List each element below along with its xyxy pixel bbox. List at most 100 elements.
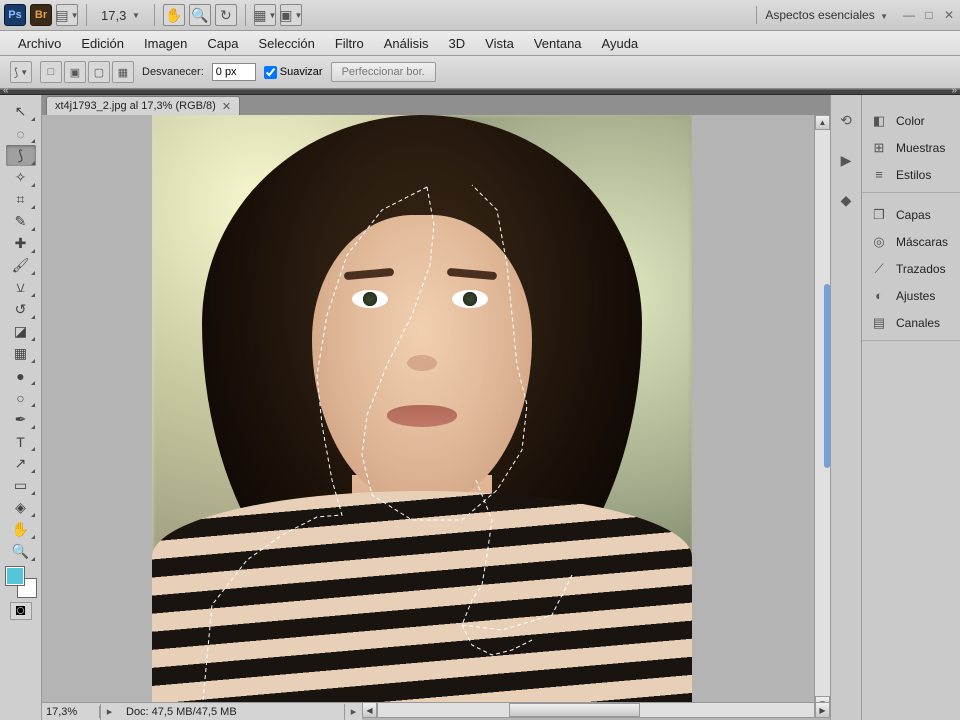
panel-canales[interactable]: ▤Canales [862,309,960,336]
panel-label: Capas [896,208,931,222]
panel-muestras[interactable]: ⊞Muestras [862,134,960,161]
new-selection-icon[interactable]: □ [40,61,62,83]
tool-dodge[interactable]: ○ [6,387,36,408]
menu-bar: Archivo Edición Imagen Capa Selección Fi… [0,31,960,56]
zoom-value[interactable]: 17,3 ▼ [95,8,146,23]
menu-filtro[interactable]: Filtro [325,33,374,54]
tool-crop[interactable]: ⌗ [6,189,36,210]
estilos-icon: ≡ [870,166,888,184]
scroll-down-icon[interactable]: ▼ [815,696,830,702]
document-tabstrip: xt4j1793_2.jpg al 17,3% (RGB/8) ✕ [42,95,830,115]
document-tab-title: xt4j1793_2.jpg al 17,3% (RGB/8) [55,100,216,112]
refine-edge-button[interactable]: Perfeccionar bor. [331,62,436,82]
menu-archivo[interactable]: Archivo [8,33,71,54]
tool-heal[interactable]: ✚ [6,233,36,254]
mini-bridge-icon[interactable]: ▤▼ [56,4,78,26]
menu-analisis[interactable]: Análisis [374,33,439,54]
panel-label: Ajustes [896,289,935,303]
actions-panel-icon[interactable]: ▶ [835,149,857,171]
panel-label: Color [896,114,925,128]
screen-mode-icon[interactable]: ▣▼ [280,4,302,26]
ps-app-icon[interactable]: Ps [4,4,26,26]
properties-panel-icon[interactable]: ◆ [835,189,857,211]
arrange-documents-icon[interactable]: ▦▼ [254,4,276,26]
tool-gradient[interactable]: ▦ [6,343,36,364]
menu-seleccion[interactable]: Selección [248,33,324,54]
scroll-up-icon[interactable]: ▲ [815,115,830,130]
close-button[interactable]: ✕ [942,8,956,22]
status-doc-info[interactable]: Doc: 47,5 MB/47,5 MB [118,706,344,718]
history-panel-icon[interactable]: ⟲ [835,109,857,131]
status-bar: 17,3% ▸ Doc: 47,5 MB/47,5 MB ▸ [42,702,362,720]
zoom-tool-shortcut-icon[interactable]: 🔍 [189,4,211,26]
options-bar: ⟆▼ □ ▣ ▢ ▦ Desvanecer: Suavizar Perfecci… [0,56,960,89]
mascaras-icon: ◎ [870,233,888,251]
tool-history[interactable]: ↺ [6,299,36,320]
color-icon: ◧ [870,112,888,130]
panel-label: Estilos [896,168,931,182]
menu-ventana[interactable]: Ventana [524,33,592,54]
menu-3d[interactable]: 3D [439,33,476,54]
toolbox: ↖◌⟆✧⌗✎✚🖌⚺↺◪▦●○✒T↗▭◈✋🔍 ◙ [0,95,42,720]
tool-eraser[interactable]: ◪ [6,321,36,342]
panel-capas[interactable]: ❒ Capas [862,201,960,228]
tool-blur[interactable]: ● [6,365,36,386]
menu-capa[interactable]: Capa [197,33,248,54]
minimize-button[interactable]: — [902,8,916,22]
tool-zoom[interactable]: 🔍 [6,541,36,562]
tool-wand[interactable]: ✧ [6,167,36,188]
subtract-selection-icon[interactable]: ▢ [88,61,110,83]
close-tab-icon[interactable]: ✕ [222,100,231,113]
tool-3d[interactable]: ◈ [6,497,36,518]
tool-stamp[interactable]: ⚺ [6,277,36,298]
add-selection-icon[interactable]: ▣ [64,61,86,83]
scroll-right-icon[interactable]: ▶ [815,702,830,718]
menu-ayuda[interactable]: Ayuda [592,33,649,54]
panel-estilos[interactable]: ≡ Estilos [862,161,960,188]
menu-imagen[interactable]: Imagen [134,33,197,54]
panel-scrollbar[interactable] [824,284,830,468]
intersect-selection-icon[interactable]: ▦ [112,61,134,83]
maximize-button[interactable]: □ [922,8,936,22]
tool-lasso[interactable]: ⟆ [6,145,36,166]
document-tab[interactable]: xt4j1793_2.jpg al 17,3% (RGB/8) ✕ [46,96,240,115]
tool-brush[interactable]: 🖌 [6,255,36,276]
workspace-switcher[interactable]: Aspectos esenciales ▼ [756,6,896,24]
feather-input[interactable] [212,63,256,81]
status-menu-icon[interactable]: ▸ [100,704,118,720]
dock-grip[interactable] [0,89,960,95]
canvas-viewport[interactable]: ▲ ▼ [42,115,830,702]
menu-vista[interactable]: Vista [475,33,524,54]
panel-label: Trazados [896,262,946,276]
tool-preset-icon[interactable]: ⟆▼ [10,61,32,83]
color-swatches[interactable] [6,567,36,597]
panel-ajustes[interactable]: ◐ Ajustes [862,282,960,309]
capas-icon: ❒ [870,206,888,224]
panel-label: Máscaras [896,235,948,249]
hand-tool-shortcut-icon[interactable]: ✋ [163,4,185,26]
tool-move[interactable]: ↖ [6,101,36,122]
rotate-view-icon[interactable]: ↻ [215,4,237,26]
ajustes-icon: ◐ [870,287,888,305]
tool-marquee[interactable]: ◌ [6,123,36,144]
tool-pen[interactable]: ✒ [6,409,36,430]
status-chevron-icon[interactable]: ▸ [344,704,362,720]
scrollbar-thumb[interactable] [509,703,640,717]
status-zoom[interactable]: 17,3% [42,706,100,718]
tool-type[interactable]: T [6,431,36,452]
bridge-icon[interactable]: Br [30,4,52,26]
document-canvas[interactable] [152,115,692,702]
panel-trazados[interactable]: ⟋Trazados [862,255,960,282]
menu-edicion[interactable]: Edición [71,33,134,54]
scroll-left-icon[interactable]: ◀ [362,702,377,718]
feather-label: Desvanecer: [142,66,204,78]
horizontal-scrollbar[interactable]: ◀ ▶ [362,702,830,718]
tool-path-sel[interactable]: ↗ [6,453,36,474]
tool-eyedropper[interactable]: ✎ [6,211,36,232]
tool-shape[interactable]: ▭ [6,475,36,496]
quick-mask-icon[interactable]: ◙ [10,602,32,620]
antialias-checkbox[interactable]: Suavizar [264,66,323,79]
panel-mascaras[interactable]: ◎ Máscaras [862,228,960,255]
tool-hand[interactable]: ✋ [6,519,36,540]
panel-color[interactable]: ◧ Color [862,107,960,134]
